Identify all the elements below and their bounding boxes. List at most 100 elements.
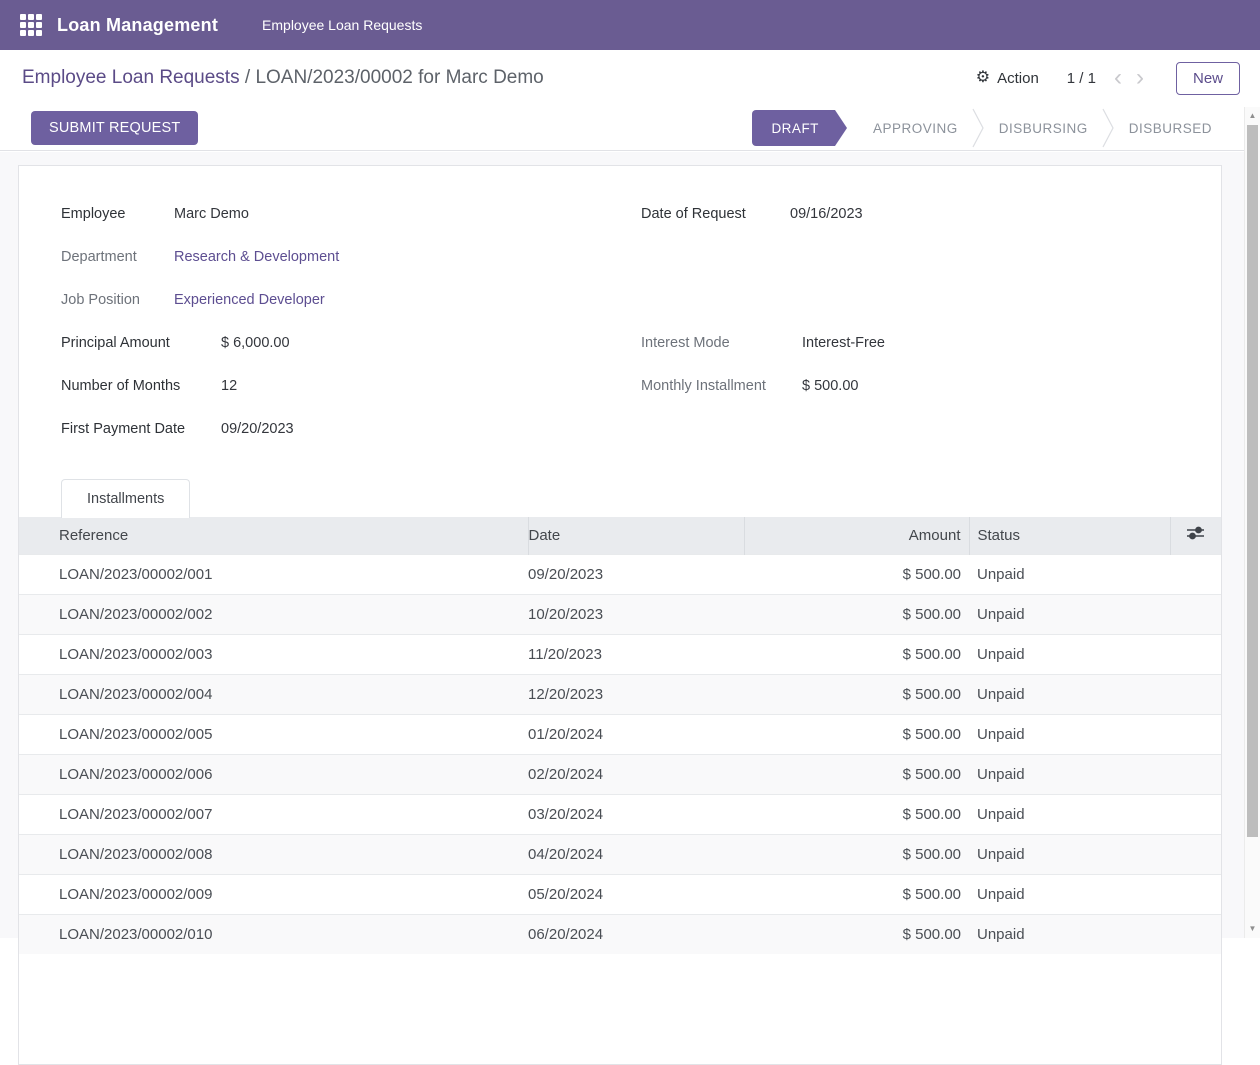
cell-status: Unpaid <box>969 554 1170 594</box>
monthly-installment-label: Monthly Installment <box>641 378 802 394</box>
installment-row[interactable]: LOAN/2023/00002/008 04/20/2024 $ 500.00 … <box>19 834 1221 874</box>
cell-amount: $ 500.00 <box>744 834 969 874</box>
cell-status: Unpaid <box>969 674 1170 714</box>
first-payment-date-value[interactable]: 09/20/2023 <box>221 421 294 437</box>
cell-reference: LOAN/2023/00002/008 <box>19 834 528 874</box>
principal-amount-label: Principal Amount <box>61 335 221 351</box>
breadcrumb: Employee Loan Requests / LOAN/2023/00002… <box>22 67 544 89</box>
cell-amount: $ 500.00 <box>744 634 969 674</box>
installments-table: Reference Date Amount Status LOAN/2023/0… <box>19 517 1221 954</box>
column-header-date[interactable]: Date <box>528 517 744 554</box>
cell-reference: LOAN/2023/00002/002 <box>19 594 528 634</box>
cell-amount: $ 500.00 <box>744 754 969 794</box>
date-of-request-label: Date of Request <box>641 206 790 222</box>
cell-amount: $ 500.00 <box>744 874 969 914</box>
breadcrumb-parent-link[interactable]: Employee Loan Requests <box>22 67 240 88</box>
status-step-approving[interactable]: APPROVING <box>859 121 972 136</box>
tab-installments[interactable]: Installments <box>61 479 190 518</box>
cell-reference: LOAN/2023/00002/007 <box>19 794 528 834</box>
form-fields: Employee Marc Demo Department Research &… <box>19 192 1221 450</box>
scrollbar-thumb[interactable] <box>1247 125 1258 837</box>
control-panel: Employee Loan Requests / LOAN/2023/00002… <box>0 50 1260 106</box>
cell-status: Unpaid <box>969 754 1170 794</box>
new-record-button[interactable]: New <box>1176 62 1240 95</box>
cell-date: 04/20/2024 <box>528 834 744 874</box>
installment-row[interactable]: LOAN/2023/00002/004 12/20/2023 $ 500.00 … <box>19 674 1221 714</box>
action-menu-button[interactable]: ⚙ Action <box>976 70 1039 87</box>
cell-empty <box>1170 594 1221 634</box>
job-position-value-link[interactable]: Experienced Developer <box>174 292 325 308</box>
pager-previous-icon[interactable]: ‹ <box>1110 66 1126 90</box>
optional-columns-button[interactable] <box>1170 517 1221 554</box>
field-principal-amount: Principal Amount $ 6,000.00 <box>61 321 641 364</box>
fields-left-column: Employee Marc Demo Department Research &… <box>61 192 641 450</box>
record-pager: 1 / 1 ‹ › <box>1067 66 1148 90</box>
installment-row[interactable]: LOAN/2023/00002/006 02/20/2024 $ 500.00 … <box>19 754 1221 794</box>
field-date-of-request: Date of Request 09/16/2023 <box>641 192 1221 235</box>
cell-empty <box>1170 874 1221 914</box>
installment-row[interactable]: LOAN/2023/00002/007 03/20/2024 $ 500.00 … <box>19 794 1221 834</box>
fields-right-column: Date of Request 09/16/2023 Interest Mode… <box>641 192 1221 450</box>
cell-status: Unpaid <box>969 594 1170 634</box>
cell-empty <box>1170 794 1221 834</box>
column-header-amount[interactable]: Amount <box>744 517 969 554</box>
gear-icon: ⚙ <box>976 70 990 86</box>
cell-amount: $ 500.00 <box>744 714 969 754</box>
form-sheet: Employee Marc Demo Department Research &… <box>18 165 1222 1065</box>
cell-date: 10/20/2023 <box>528 594 744 634</box>
date-of-request-value[interactable]: 09/16/2023 <box>790 206 863 222</box>
installment-row[interactable]: LOAN/2023/00002/001 09/20/2023 $ 500.00 … <box>19 554 1221 594</box>
apps-grid-icon[interactable] <box>20 14 42 36</box>
installment-row[interactable]: LOAN/2023/00002/005 01/20/2024 $ 500.00 … <box>19 714 1221 754</box>
cell-amount: $ 500.00 <box>744 594 969 634</box>
breadcrumb-separator: / <box>240 67 256 88</box>
cell-amount: $ 500.00 <box>744 554 969 594</box>
cell-date: 01/20/2024 <box>528 714 744 754</box>
cell-status: Unpaid <box>969 634 1170 674</box>
cell-date: 06/20/2024 <box>528 914 744 954</box>
statusbar-steps: DRAFT APPROVING DISBURSING DISBURSED <box>752 106 1226 150</box>
cell-empty <box>1170 554 1221 594</box>
form-statusbar: SUBMIT REQUEST DRAFT APPROVING DISBURSIN… <box>0 106 1244 151</box>
installment-row[interactable]: LOAN/2023/00002/010 06/20/2024 $ 500.00 … <box>19 914 1221 954</box>
monthly-installment-value[interactable]: $ 500.00 <box>802 378 858 394</box>
cell-amount: $ 500.00 <box>744 674 969 714</box>
field-monthly-installment: Monthly Installment $ 500.00 <box>641 364 1221 407</box>
pager-next-icon[interactable]: › <box>1132 66 1148 90</box>
action-label: Action <box>997 70 1039 87</box>
status-step-draft[interactable]: DRAFT <box>752 110 835 146</box>
field-interest-mode: Interest Mode Interest-Free <box>641 321 1221 364</box>
status-step-disbursing[interactable]: DISBURSING <box>985 121 1102 136</box>
installment-row[interactable]: LOAN/2023/00002/002 10/20/2023 $ 500.00 … <box>19 594 1221 634</box>
department-value-link[interactable]: Research & Development <box>174 249 339 265</box>
interest-mode-value[interactable]: Interest-Free <box>802 335 885 351</box>
cell-status: Unpaid <box>969 834 1170 874</box>
submit-request-button[interactable]: SUBMIT REQUEST <box>31 111 198 145</box>
app-title[interactable]: Loan Management <box>57 15 218 36</box>
cell-reference: LOAN/2023/00002/005 <box>19 714 528 754</box>
vertical-scrollbar: ▲ ▼ <box>1244 107 1260 938</box>
principal-amount-value[interactable]: $ 6,000.00 <box>221 335 290 351</box>
control-panel-right: ⚙ Action 1 / 1 ‹ › New <box>976 62 1240 95</box>
field-first-payment-date: First Payment Date 09/20/2023 <box>61 407 641 450</box>
cell-empty <box>1170 834 1221 874</box>
installment-row[interactable]: LOAN/2023/00002/009 05/20/2024 $ 500.00 … <box>19 874 1221 914</box>
scrollbar-down-icon[interactable]: ▼ <box>1245 922 1260 936</box>
cell-reference: LOAN/2023/00002/003 <box>19 634 528 674</box>
cell-status: Unpaid <box>969 874 1170 914</box>
employee-value[interactable]: Marc Demo <box>174 206 249 222</box>
number-of-months-value[interactable]: 12 <box>221 378 237 394</box>
cell-empty <box>1170 674 1221 714</box>
cell-reference: LOAN/2023/00002/006 <box>19 754 528 794</box>
status-step-disbursed[interactable]: DISBURSED <box>1115 121 1226 136</box>
column-header-status[interactable]: Status <box>969 517 1170 554</box>
scrollbar-up-icon[interactable]: ▲ <box>1245 109 1260 123</box>
cell-date: 05/20/2024 <box>528 874 744 914</box>
field-job-position: Job Position Experienced Developer <box>61 278 641 321</box>
cell-reference: LOAN/2023/00002/001 <box>19 554 528 594</box>
number-of-months-label: Number of Months <box>61 378 221 394</box>
form-view-content: Employee Marc Demo Department Research &… <box>0 152 1244 938</box>
navbar-menu-employee-loan-requests[interactable]: Employee Loan Requests <box>262 17 422 33</box>
installment-row[interactable]: LOAN/2023/00002/003 11/20/2023 $ 500.00 … <box>19 634 1221 674</box>
column-header-reference[interactable]: Reference <box>19 517 528 554</box>
